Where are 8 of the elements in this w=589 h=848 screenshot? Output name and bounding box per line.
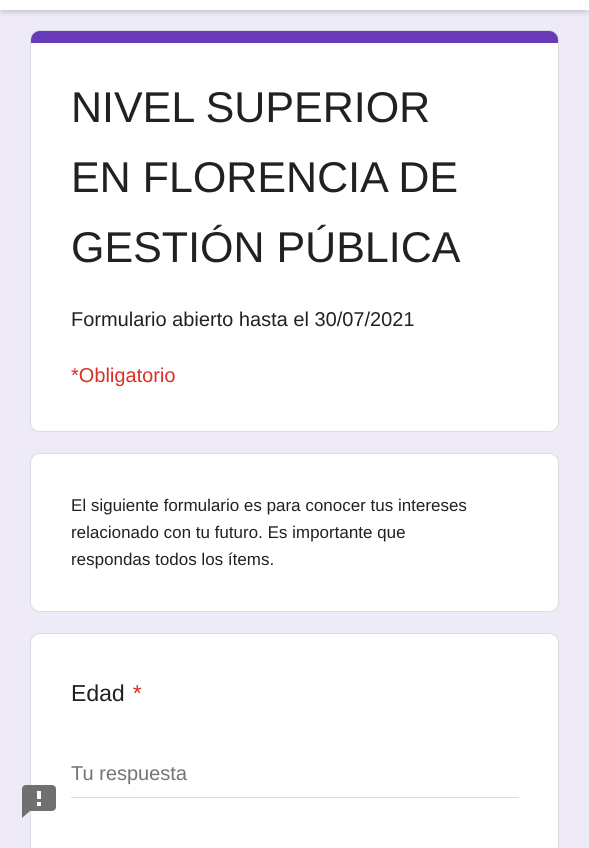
answer-field[interactable]: Tu respuesta	[71, 758, 519, 798]
feedback-icon[interactable]	[22, 785, 56, 818]
question-label: Edad	[71, 679, 125, 708]
required-note: *Obligatorio	[71, 364, 177, 389]
form-title: NIVEL SUPERIOR EN FLORENCIA DE GESTIÓN PÚBLICA	[71, 83, 462, 274]
form-subtitle: Formulario abierto hasta el 30/07/2021	[71, 308, 416, 333]
form-description: El siguiente formulario es para conocer tus intereses relacionado con tu futuro. Es importante que respondas todos los ítems.	[71, 495, 468, 571]
required-mark: *	[132, 679, 142, 708]
